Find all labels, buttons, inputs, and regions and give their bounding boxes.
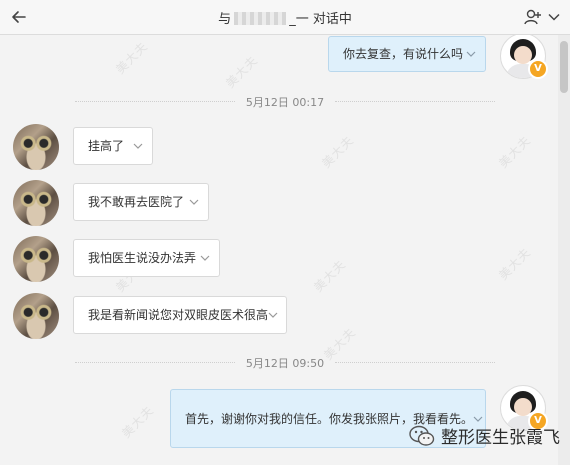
redacted-name xyxy=(234,12,287,25)
contact-avatar[interactable] xyxy=(13,236,59,282)
add-user-icon[interactable] xyxy=(524,9,542,25)
message-text: 挂高了 xyxy=(88,139,125,153)
scrollbar[interactable] xyxy=(558,35,570,465)
message-bubble-incoming[interactable]: 我不敢再去医院了 xyxy=(73,183,209,221)
message-bubble-incoming[interactable]: 我怕医生说没办法弄 xyxy=(73,239,220,277)
chevron-down-icon[interactable] xyxy=(466,51,476,57)
chat-title: 与 _一 对话中 xyxy=(0,8,570,27)
wechat-icon xyxy=(409,425,435,446)
timestamp-text: 5月12日 09:50 xyxy=(245,357,325,370)
title-prefix: 与 xyxy=(218,12,232,27)
message-text: 我不敢再去医院了 xyxy=(88,195,185,209)
verified-badge: V xyxy=(528,59,548,79)
timestamp: 5月12日 09:50 xyxy=(0,355,570,371)
chevron-down-icon[interactable] xyxy=(200,255,210,261)
chevron-down-icon[interactable] xyxy=(268,312,278,318)
message-bubble-incoming[interactable]: 挂高了 xyxy=(73,127,153,165)
chevron-down-icon[interactable] xyxy=(548,13,560,21)
watermark: 美大夫 xyxy=(311,257,349,295)
watermark: 美大夫 xyxy=(496,133,534,171)
message-bubble-outgoing[interactable]: 你去复查，有说什么吗 xyxy=(328,36,486,72)
chevron-down-icon[interactable] xyxy=(133,143,143,149)
message-text: 我是看新闻说您对双眼皮医术很高 xyxy=(88,308,269,322)
chevron-down-icon[interactable] xyxy=(189,199,199,205)
chat-area[interactable]: 美大夫 美大夫 美大夫 美大夫 美大夫 美大夫 美大夫 美大夫 美大夫 美大夫 … xyxy=(0,35,570,465)
timestamp: 5月12日 00:17 xyxy=(0,94,570,110)
scrollbar-thumb[interactable] xyxy=(560,41,568,93)
chevron-down-icon[interactable] xyxy=(473,416,483,422)
watermark: 美大夫 xyxy=(113,39,151,77)
watermark: 美大夫 xyxy=(319,133,357,171)
message-text: 我怕医生说没办法弄 xyxy=(88,251,197,265)
chat-header: 与 _一 对话中 xyxy=(0,0,570,35)
watermark: 美大夫 xyxy=(119,403,157,441)
brand-watermark: 整形医生张霞飞 xyxy=(409,423,560,448)
message-text: 你去复查，有说什么吗 xyxy=(343,47,464,61)
message-bubble-incoming[interactable]: 我是看新闻说您对双眼皮医术很高 xyxy=(73,296,287,334)
watermark: 美大夫 xyxy=(496,245,534,283)
contact-avatar[interactable] xyxy=(13,124,59,170)
brand-label: 整形医生张霞飞 xyxy=(441,428,560,448)
title-suffix: _一 对话中 xyxy=(289,12,352,27)
contact-avatar[interactable] xyxy=(13,180,59,226)
contact-avatar[interactable] xyxy=(13,293,59,339)
timestamp-text: 5月12日 00:17 xyxy=(245,96,325,109)
watermark: 美大夫 xyxy=(223,53,261,91)
